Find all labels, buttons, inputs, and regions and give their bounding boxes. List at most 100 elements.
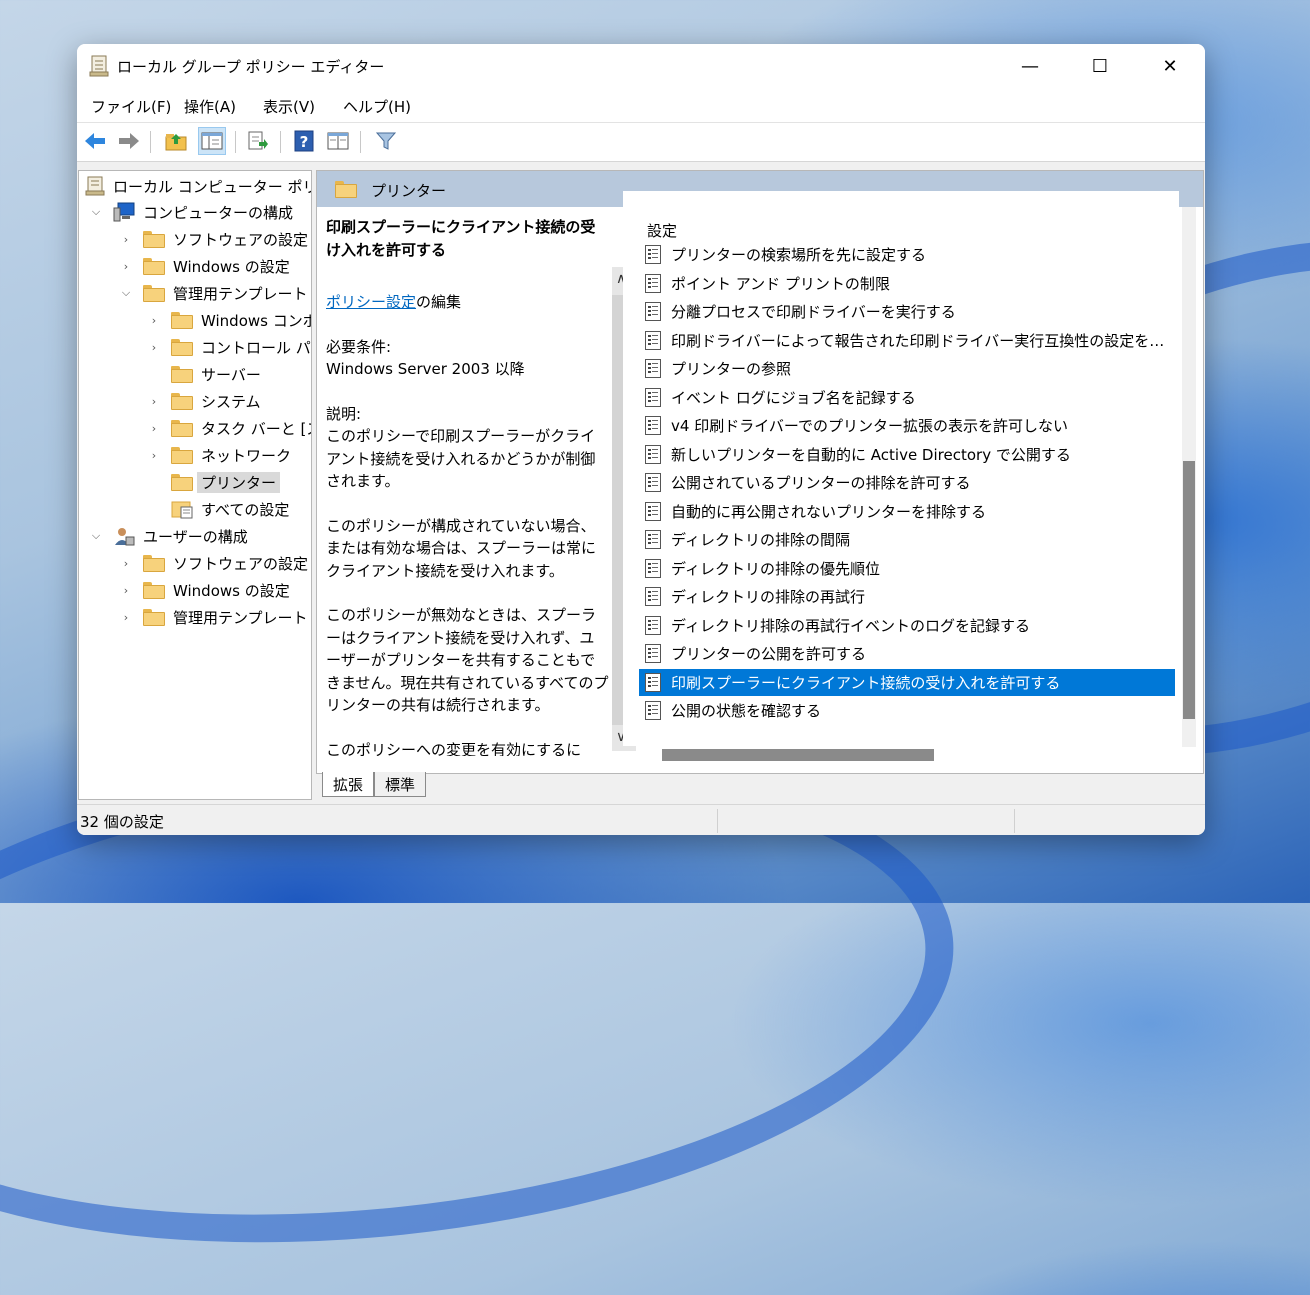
chevron-right-icon[interactable]: › xyxy=(119,610,133,624)
setting-row[interactable]: 印刷スプーラーにクライアント接続の受け入れを許可する xyxy=(639,668,1175,696)
setting-label: プリンターの公開を許可する xyxy=(671,645,867,663)
up-folder-icon[interactable] xyxy=(163,128,189,154)
tree-item-user-windows[interactable]: › Windows の設定 xyxy=(119,577,290,603)
chevron-right-icon[interactable]: › xyxy=(119,556,133,570)
tree-item-network[interactable]: › ネットワーク xyxy=(147,442,291,468)
computer-icon xyxy=(113,202,135,222)
setting-label: 印刷ドライバーによって報告された印刷ドライバー実行互換性の設定を… xyxy=(671,331,1165,350)
settings-column-header[interactable]: 設定 xyxy=(647,220,677,241)
back-arrow-icon[interactable] xyxy=(82,128,108,154)
setting-row[interactable]: ディレクトリの排除の優先順位 xyxy=(639,555,1175,582)
folder-icon xyxy=(143,230,165,248)
setting-row[interactable]: 分離プロセスで印刷ドライバーを実行する xyxy=(639,298,1175,325)
tree-item-server[interactable]: サーバー xyxy=(147,361,261,387)
folder-icon xyxy=(171,392,193,410)
close-button[interactable]: ✕ xyxy=(1135,44,1205,88)
setting-row[interactable]: イベント ログにジョブ名を記録する xyxy=(639,384,1175,411)
folder-icon xyxy=(171,446,193,464)
pane-title: プリンター xyxy=(371,182,447,200)
setting-row[interactable]: 自動的に再公開されないプリンターを排除する xyxy=(639,498,1175,525)
tree-item-system[interactable]: › システム xyxy=(147,388,261,414)
chevron-right-icon[interactable]: › xyxy=(147,448,161,462)
folder-icon xyxy=(143,581,165,599)
tree-item-user-software[interactable]: › ソフトウェアの設定 xyxy=(119,550,308,576)
tree-label: ソフトウェアの設定 xyxy=(173,230,309,249)
show-hide-tree-icon[interactable] xyxy=(198,127,226,155)
tree-item-control-panel[interactable]: › コントロール パネル xyxy=(147,334,311,360)
menu-file[interactable]: ファイル(F) xyxy=(91,96,171,117)
policy-heading: 印刷スプーラーにクライアント接続の受け入れを許可する xyxy=(326,218,596,259)
filter-icon[interactable] xyxy=(373,128,399,154)
chevron-right-icon[interactable]: › xyxy=(147,394,161,408)
setting-row[interactable]: プリンターの公開を許可する xyxy=(639,640,1175,667)
tree-item-user-admin[interactable]: › 管理用テンプレート xyxy=(119,604,308,630)
setting-row[interactable]: ディレクトリ排除の再試行イベントのログを記録する xyxy=(639,612,1175,639)
tree-item-software-settings[interactable]: › ソフトウェアの設定 xyxy=(119,226,308,252)
tree-label: コントロール パネル xyxy=(201,338,311,357)
tree-item-taskbar[interactable]: › タスク バーと [スタート] メニュー xyxy=(147,415,311,441)
tree-item-all-settings[interactable]: すべての設定 xyxy=(147,496,289,522)
tree-item-printers[interactable]: プリンター xyxy=(147,469,281,495)
menu-view[interactable]: 表示(V) xyxy=(263,96,315,117)
folder-icon xyxy=(143,257,165,275)
tree-label: ローカル コンピューター ポリシー xyxy=(113,177,311,196)
policy-editor-icon xyxy=(89,55,109,77)
setting-row[interactable]: 公開の状態を確認する xyxy=(639,697,1175,724)
policy-description: 印刷スプーラーにクライアント接続の受け入れを許可する ポリシー設定の編集 必要条… xyxy=(326,216,609,773)
status-divider xyxy=(717,809,718,833)
tree-item-admin-templates[interactable]: ⌵ 管理用テンプレート xyxy=(119,280,308,306)
tree-item-windows-settings[interactable]: › Windows の設定 xyxy=(119,253,290,279)
scroll-thumb[interactable] xyxy=(1183,461,1195,719)
setting-label: イベント ログにジョブ名を記録する xyxy=(671,388,916,407)
all-settings-icon xyxy=(171,499,193,519)
edit-policy-link[interactable]: ポリシー設定 xyxy=(326,293,416,311)
chevron-right-icon[interactable]: › xyxy=(147,340,161,354)
settings-vertical-scrollbar[interactable] xyxy=(1182,207,1196,747)
chevron-down-icon[interactable]: ⌵ xyxy=(89,529,103,543)
export-list-icon[interactable] xyxy=(245,128,271,154)
policy-setting-icon xyxy=(645,587,661,606)
status-divider xyxy=(1014,809,1015,833)
chevron-right-icon[interactable]: › xyxy=(119,232,133,246)
chevron-right-icon[interactable]: › xyxy=(147,421,161,435)
minimize-button[interactable]: — xyxy=(995,44,1065,88)
setting-label: 新しいプリンターを自動的に Active Directory で公開する xyxy=(671,445,1071,464)
chevron-right-icon[interactable]: › xyxy=(119,259,133,273)
tree-item-computer-config[interactable]: ⌵ コンピューターの構成 xyxy=(89,199,293,225)
title-bar[interactable]: ローカル グループ ポリシー エディター — xyxy=(77,44,1205,88)
minimize-icon: — xyxy=(1021,55,1039,77)
chevron-down-icon[interactable]: ⌵ xyxy=(89,205,103,219)
setting-row[interactable]: v4 印刷ドライバーでのプリンター拡張の表示を許可しない xyxy=(639,412,1175,439)
setting-label: プリンターの検索場所を先に設定する xyxy=(671,246,927,264)
setting-label: 自動的に再公開されないプリンターを排除する xyxy=(671,502,987,521)
setting-row[interactable]: ポイント アンド プリントの制限 xyxy=(639,270,1175,297)
setting-row[interactable]: ディレクトリの排除の間隔 xyxy=(639,526,1175,553)
tab-standard[interactable]: 標準 xyxy=(374,772,426,797)
setting-row[interactable]: 新しいプリンターを自動的に Active Directory で公開する xyxy=(639,441,1175,468)
setting-row[interactable]: 印刷ドライバーによって報告された印刷ドライバー実行互換性の設定を… xyxy=(639,327,1175,354)
help-icon[interactable]: ? xyxy=(291,128,317,154)
chevron-right-icon[interactable]: › xyxy=(119,583,133,597)
menu-help[interactable]: ヘルプ(H) xyxy=(343,96,411,117)
tree-pane: ローカル コンピューター ポリシー ⌵ コンピューターの構成 › ソフトウェアの… xyxy=(78,170,312,800)
menu-action[interactable]: 操作(A) xyxy=(184,96,236,117)
requirements-label: 必要条件: xyxy=(326,337,392,356)
chevron-right-icon[interactable]: › xyxy=(147,313,161,327)
status-bar: 32 個の設定 xyxy=(77,804,1205,835)
setting-row[interactable]: プリンターの検索場所を先に設定する xyxy=(639,241,1175,268)
tab-extended[interactable]: 拡張 xyxy=(322,772,374,797)
properties-icon[interactable] xyxy=(325,128,351,154)
forward-arrow-icon[interactable] xyxy=(116,128,142,154)
setting-row[interactable]: 公開されているプリンターの排除を許可する xyxy=(639,469,1175,496)
requirements-value: Windows Server 2003 以降 xyxy=(326,360,525,378)
maximize-button[interactable]: ☐ xyxy=(1065,44,1135,88)
settings-horizontal-scrollbar[interactable] xyxy=(662,749,934,761)
setting-row[interactable]: プリンターの参照 xyxy=(639,355,1175,382)
setting-row[interactable]: ディレクトリの排除の再試行 xyxy=(639,583,1175,610)
tree-item-user-config[interactable]: ⌵ ユーザーの構成 xyxy=(89,523,248,549)
tree-root[interactable]: ローカル コンピューター ポリシー xyxy=(85,173,311,199)
tree-label: 管理用テンプレート xyxy=(173,608,308,627)
folder-icon xyxy=(335,181,357,198)
tree-item-windows-components[interactable]: › Windows コンポーネント xyxy=(147,307,311,333)
chevron-down-icon[interactable]: ⌵ xyxy=(119,286,133,300)
